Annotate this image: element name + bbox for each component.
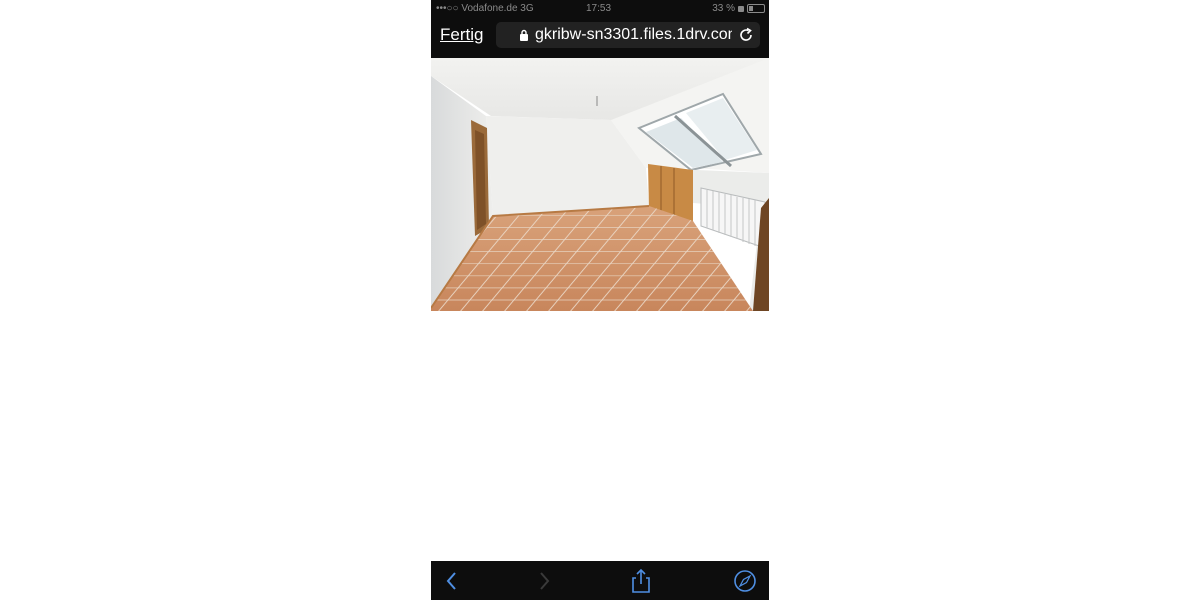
back-arrow-icon[interactable] bbox=[439, 568, 465, 594]
rotation-lock-icon bbox=[738, 5, 744, 12]
carrier-signal: •••○○ Vodafone.de 3G bbox=[436, 3, 534, 14]
compass-icon[interactable] bbox=[732, 568, 758, 594]
done-button[interactable]: Fertig bbox=[440, 25, 483, 45]
url-text: gkribw-sn3301.files.1drv.com bbox=[535, 26, 732, 43]
share-icon[interactable] bbox=[628, 568, 654, 594]
status-bar: •••○○ Vodafone.de 3G 17:53 33 % bbox=[431, 0, 769, 18]
battery-icon bbox=[747, 4, 765, 13]
url-field[interactable]: gkribw-sn3301.files.1drv.com bbox=[496, 22, 760, 48]
battery-percent: 33 % bbox=[712, 3, 735, 14]
browser-toolbar bbox=[431, 561, 769, 600]
forward-arrow-icon[interactable] bbox=[531, 568, 557, 594]
phone-screen: •••○○ Vodafone.de 3G 17:53 33 % Fertig g… bbox=[431, 0, 769, 600]
status-right-group: 33 % bbox=[712, 3, 765, 14]
reload-icon[interactable] bbox=[738, 27, 754, 43]
lock-icon bbox=[520, 29, 528, 41]
status-time: 17:53 bbox=[586, 3, 612, 14]
room-photo bbox=[431, 58, 769, 311]
browser-nav-bar: Fertig gkribw-sn3301.files.1drv.com bbox=[431, 18, 769, 58]
